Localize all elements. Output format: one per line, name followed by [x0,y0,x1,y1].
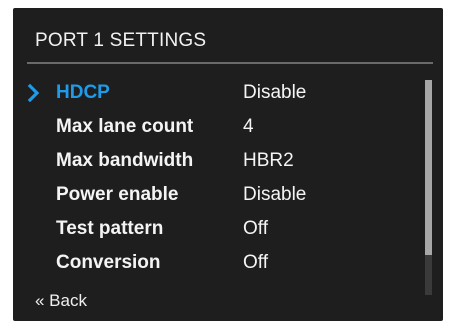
menu-item-conversion[interactable]: Conversion Off [13,248,423,282]
menu-item-value: HBR2 [243,150,294,171]
menu-item-label: HDCP [56,82,110,103]
menu-item-label: Conversion [56,252,161,273]
menu-item-value: Off [243,252,268,273]
menu-item-hdcp[interactable]: HDCP Disable [13,78,423,112]
menu-scrollbar[interactable] [425,80,432,295]
menu-item-value: Off [243,218,268,239]
settings-menu: HDCP Disable Max lane count 4 Max bandwi… [13,78,423,282]
menu-item-max-lane-count[interactable]: Max lane count 4 [13,112,423,146]
menu-item-label: Max bandwidth [56,150,194,171]
menu-item-power-enable[interactable]: Power enable Disable [13,180,423,214]
menu-item-value: Disable [243,82,307,103]
back-button[interactable]: « Back [35,291,87,311]
page-title: PORT 1 SETTINGS [35,30,207,51]
menu-item-label: Power enable [56,184,179,205]
menu-item-max-bandwidth[interactable]: Max bandwidth HBR2 [13,146,423,180]
scrollbar-thumb[interactable] [425,80,432,255]
settings-screen: PORT 1 SETTINGS HDCP Disable Max lane co… [13,8,443,321]
menu-item-label: Max lane count [56,116,194,137]
title-divider [27,62,433,64]
menu-item-value: 4 [243,116,254,137]
menu-item-label: Test pattern [56,218,164,239]
menu-item-test-pattern[interactable]: Test pattern Off [13,214,423,248]
chevron-right-icon [27,84,40,102]
menu-item-value: Disable [243,184,307,205]
